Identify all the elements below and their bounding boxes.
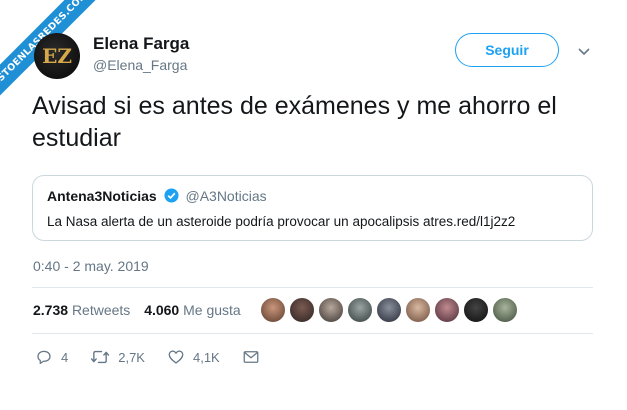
reply-button[interactable]: 4: [35, 348, 68, 366]
follow-button[interactable]: Seguir: [455, 33, 559, 67]
tweet-actions: 4 2,7K 4,1K: [35, 348, 290, 366]
reply-icon: [37, 350, 51, 365]
quoted-author-name: Antena3Noticias: [47, 188, 157, 204]
liker-avatar[interactable]: [492, 297, 518, 323]
engagement-stats: 2.738 Retweets 4.060 Me gusta: [33, 302, 251, 318]
retweets-count[interactable]: 2.738: [33, 302, 68, 318]
like-button[interactable]: 4,1K: [167, 348, 220, 366]
like-icon: [168, 350, 184, 364]
quoted-tweet[interactable]: Antena3Noticias @A3Noticias La Nasa aler…: [32, 175, 593, 241]
avatar-logo: EZ: [42, 44, 72, 68]
like-count: 4,1K: [192, 349, 220, 365]
message-icon: [243, 351, 259, 363]
reply-count: 4: [61, 349, 69, 365]
likes-count[interactable]: 4.060: [144, 302, 179, 318]
chevron-down-icon[interactable]: [578, 43, 590, 59]
quoted-author-handle: @A3Noticias: [185, 188, 267, 204]
liker-avatar[interactable]: [463, 297, 489, 323]
tweet-text: Avisad si es antes de exámenes y me ahor…: [32, 92, 557, 152]
liker-avatar[interactable]: [318, 297, 344, 323]
author-handle[interactable]: @Elena_Farga: [93, 57, 187, 73]
liker-avatar[interactable]: [405, 297, 431, 323]
liker-avatar[interactable]: [376, 297, 402, 323]
tweet-timestamp[interactable]: 0:40 - 2 may. 2019: [33, 258, 149, 274]
liker-avatar[interactable]: [347, 297, 373, 323]
verified-icon: [164, 188, 179, 206]
message-button[interactable]: [242, 349, 268, 365]
retweets-label[interactable]: Retweets: [72, 302, 130, 318]
liker-avatar[interactable]: [289, 297, 315, 323]
likes-label[interactable]: Me gusta: [183, 302, 241, 318]
quoted-tweet-header: Antena3Noticias @A3Noticias: [47, 188, 578, 206]
divider: [32, 333, 593, 334]
retweet-button[interactable]: 2,7K: [90, 348, 145, 366]
retweet-count: 2,7K: [118, 349, 145, 365]
author-name[interactable]: Elena Farga: [93, 34, 189, 54]
retweet-icon: [91, 350, 110, 364]
quoted-tweet-text: La Nasa alerta de un asteroide podría pr…: [47, 214, 516, 229]
liker-avatar[interactable]: [260, 297, 286, 323]
liker-avatars: [260, 297, 521, 323]
author-avatar[interactable]: EZ: [34, 33, 80, 79]
divider: [32, 287, 593, 288]
liker-avatar[interactable]: [434, 297, 460, 323]
